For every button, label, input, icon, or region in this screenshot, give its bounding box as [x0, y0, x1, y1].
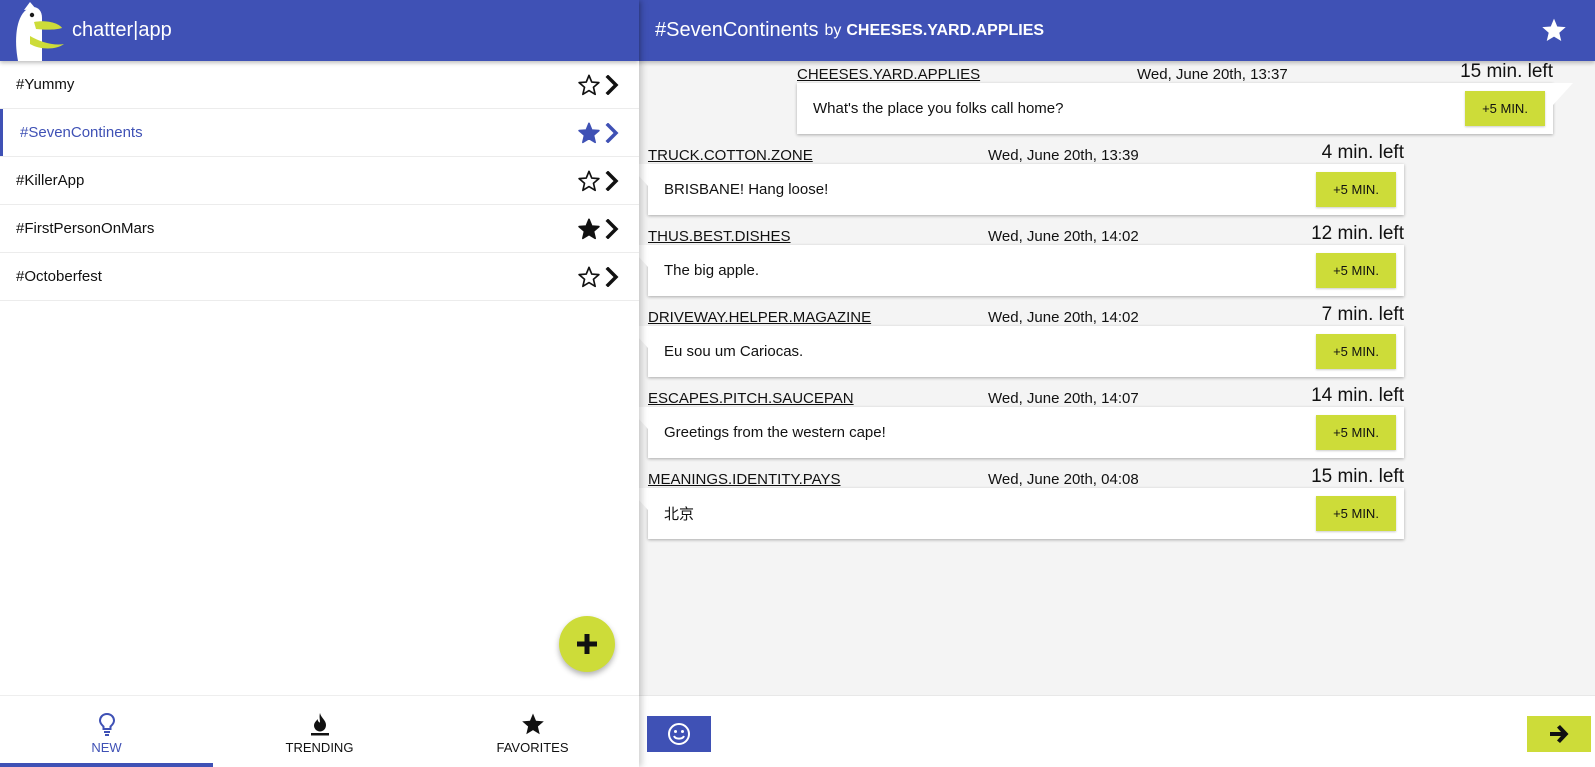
- message-time: Wed, June 20th, 13:37: [1137, 66, 1288, 83]
- nav-trending[interactable]: TRENDING: [213, 696, 426, 767]
- nav-favorites[interactable]: FAVORITES: [426, 696, 639, 767]
- message-text: The big apple.: [664, 262, 760, 279]
- lightbulb-icon: [98, 712, 115, 736]
- channel-list: #Yummy #SevenContinents #KillerApp #FirstPe…: [0, 61, 639, 301]
- message: TRUCK.COTTON.ZONE Wed, June 20th, 13:39 4 …: [639, 142, 1404, 215]
- message-user[interactable]: TRUCK.COTTON.ZONE: [648, 147, 813, 164]
- chevron-right-icon[interactable]: [603, 217, 621, 241]
- message-time-left: 14 min. left: [1311, 385, 1404, 406]
- app-header: chatter|app: [0, 0, 639, 61]
- nav-new-label: NEW: [91, 740, 122, 755]
- message-time: Wed, June 20th, 14:02: [988, 228, 1139, 245]
- message-input[interactable]: [723, 716, 1503, 752]
- message-text: What's the place you folks call home?: [813, 100, 1064, 117]
- extend-time-button[interactable]: +5 MIN.: [1316, 415, 1396, 450]
- message-text: BRISBANE! Hang loose!: [664, 181, 829, 198]
- nav-favorites-label: FAVORITES: [496, 740, 569, 755]
- nav-trending-label: TRENDING: [285, 740, 354, 755]
- chevron-right-icon[interactable]: [603, 265, 621, 289]
- message-bubble: Greetings from the western cape! +5 MIN.: [639, 407, 1404, 458]
- conversation-channel: #SevenContinents: [655, 19, 819, 41]
- message-time-left: 7 min. left: [1321, 304, 1404, 325]
- message-time: Wed, June 20th, 14:02: [988, 309, 1139, 326]
- plus-icon: [577, 634, 597, 654]
- channel-name: #KillerApp: [16, 172, 85, 189]
- message-bubble: BRISBANE! Hang loose! +5 MIN.: [639, 164, 1404, 215]
- message-time: Wed, June 20th, 04:08: [988, 471, 1139, 488]
- message: ESCAPES.PITCH.SAUCEPAN Wed, June 20th, 14…: [639, 385, 1404, 458]
- extend-time-button[interactable]: +5 MIN.: [1316, 334, 1396, 369]
- message-user[interactable]: ESCAPES.PITCH.SAUCEPAN: [648, 390, 854, 407]
- message-user[interactable]: DRIVEWAY.HELPER.MAGAZINE: [648, 309, 871, 326]
- conversation-author: CHEESES.YARD.APPLIES: [846, 21, 1045, 39]
- app-title: chatter|app: [72, 19, 172, 41]
- star-filled-icon[interactable]: [577, 217, 601, 241]
- message-bubble: Eu sou um Cariocas. +5 MIN.: [639, 326, 1404, 377]
- message-meta: MEANINGS.IDENTITY.PAYS Wed, June 20th, 04…: [648, 466, 1404, 488]
- message-user[interactable]: CHEESES.YARD.APPLIES: [797, 66, 980, 83]
- channel-name: #Yummy: [16, 76, 75, 93]
- chevron-right-icon[interactable]: [603, 121, 621, 145]
- message-text: Eu sou um Cariocas.: [664, 343, 804, 360]
- channel-item[interactable]: #SevenContinents: [0, 109, 639, 157]
- composer: [639, 695, 1595, 767]
- message-user[interactable]: MEANINGS.IDENTITY.PAYS: [648, 471, 841, 488]
- message-time-left: 15 min. left: [1311, 466, 1404, 487]
- extend-time-button[interactable]: +5 MIN.: [1316, 496, 1396, 531]
- chevron-right-icon[interactable]: [603, 73, 621, 97]
- message-list: CHEESES.YARD.APPLIES Wed, June 20th, 13:3…: [639, 61, 1595, 693]
- channel-name: #FirstPersonOnMars: [16, 220, 155, 237]
- extend-time-button[interactable]: +5 MIN.: [1316, 253, 1396, 288]
- extend-time-button[interactable]: +5 MIN.: [1316, 172, 1396, 207]
- add-channel-button[interactable]: [559, 616, 615, 672]
- emoji-button[interactable]: [647, 716, 711, 752]
- nav-new[interactable]: NEW: [0, 696, 213, 767]
- message-time-left: 4 min. left: [1321, 142, 1404, 163]
- chevron-right-icon[interactable]: [603, 169, 621, 193]
- message-text: 北京: [664, 506, 695, 523]
- star-outline-icon[interactable]: [577, 265, 601, 289]
- message-text: Greetings from the western cape!: [664, 424, 886, 441]
- message-bubble: What's the place you folks call home? +5 …: [797, 83, 1573, 134]
- extend-time-button[interactable]: +5 MIN.: [1465, 91, 1545, 126]
- message-meta: ESCAPES.PITCH.SAUCEPAN Wed, June 20th, 14…: [648, 385, 1404, 407]
- app-logo: [16, 2, 64, 61]
- conversation-pane: #SevenContinents by CHEESES.YARD.APPLIES…: [639, 0, 1595, 767]
- message-bubble: The big apple. +5 MIN.: [639, 245, 1404, 296]
- message-meta: TRUCK.COTTON.ZONE Wed, June 20th, 13:39 4 …: [648, 142, 1404, 164]
- message: THUS.BEST.DISHES Wed, June 20th, 14:02 12 …: [639, 223, 1404, 296]
- message-time-left: 12 min. left: [1311, 223, 1404, 244]
- favorite-channel-button[interactable]: [1541, 17, 1567, 48]
- channel-pane: chatter|app #Yummy #SevenContinents #Kille…: [0, 0, 639, 767]
- message: MEANINGS.IDENTITY.PAYS Wed, June 20th, 04…: [639, 466, 1404, 539]
- message-bubble: 北京 +5 MIN.: [639, 488, 1404, 539]
- star-filled-icon[interactable]: [577, 121, 601, 145]
- message-time: Wed, June 20th, 14:07: [988, 390, 1139, 407]
- message-time-left: 15 min. left: [1460, 61, 1553, 82]
- smiley-icon: [668, 723, 690, 745]
- message-meta: THUS.BEST.DISHES Wed, June 20th, 14:02 12 …: [648, 223, 1404, 245]
- channel-item[interactable]: #KillerApp: [0, 157, 639, 205]
- star-filled-icon: [1542, 18, 1566, 42]
- flame-icon: [310, 713, 329, 736]
- conversation-by: by: [824, 21, 842, 39]
- channel-name: #SevenContinents: [20, 124, 143, 141]
- message-meta: CHEESES.YARD.APPLIES Wed, June 20th, 13:3…: [797, 61, 1553, 83]
- channel-item[interactable]: #FirstPersonOnMars: [0, 205, 639, 253]
- star-outline-icon[interactable]: [577, 169, 601, 193]
- channel-item[interactable]: #Yummy: [0, 61, 639, 109]
- message-time: Wed, June 20th, 13:39: [988, 147, 1139, 164]
- message-user[interactable]: THUS.BEST.DISHES: [648, 228, 791, 245]
- message-meta: DRIVEWAY.HELPER.MAGAZINE Wed, June 20th, …: [648, 304, 1404, 326]
- message: CHEESES.YARD.APPLIES Wed, June 20th, 13:3…: [797, 61, 1573, 134]
- star-icon: [521, 713, 544, 735]
- arrow-right-icon: [1550, 725, 1569, 743]
- channel-item[interactable]: #Octoberfest: [0, 253, 639, 301]
- message: DRIVEWAY.HELPER.MAGAZINE Wed, June 20th, …: [639, 304, 1404, 377]
- conversation-header: #SevenContinents by CHEESES.YARD.APPLIES: [639, 0, 1595, 61]
- send-button[interactable]: [1527, 716, 1591, 752]
- channel-name: #Octoberfest: [16, 268, 102, 285]
- star-outline-icon[interactable]: [577, 73, 601, 97]
- bottom-nav: NEW TRENDING FAVORITES: [0, 695, 639, 767]
